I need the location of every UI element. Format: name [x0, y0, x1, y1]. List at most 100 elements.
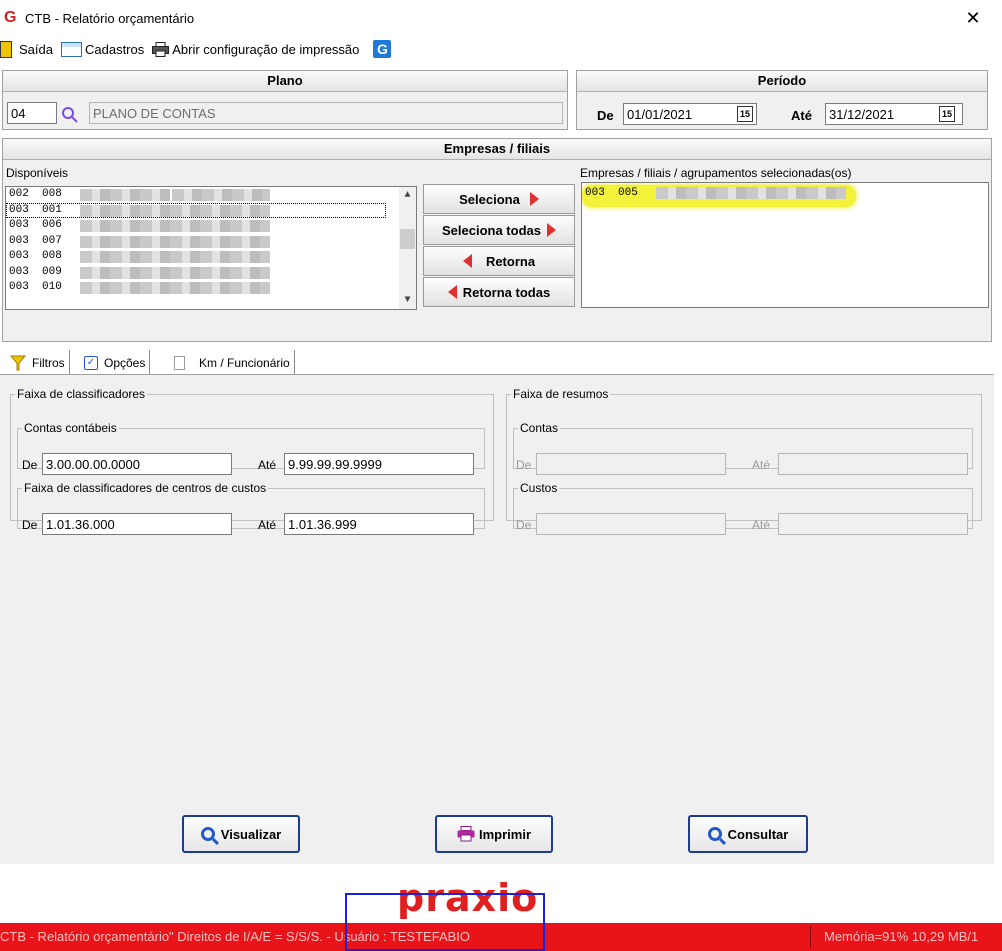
resumo-contas-ate-label: Até [752, 458, 771, 472]
faixa-resumos-group: Faixa de resumos Contas De Até Custos De… [506, 387, 982, 535]
contas-ate-input[interactable] [284, 453, 474, 475]
selecionadas-list[interactable]: 003 005 [581, 182, 989, 308]
resumo-custos-ate-label: Até [752, 518, 771, 532]
periodo-de-label: De [597, 108, 614, 123]
empresas-header: Empresas / filiais [3, 139, 991, 160]
retorna-todas-button[interactable]: Retorna todas [423, 277, 575, 307]
plano-code-input[interactable] [7, 102, 57, 124]
menu-cadastros[interactable]: Cadastros [60, 41, 145, 57]
menu-cadastros-label: Cadastros [84, 41, 145, 57]
resumo-contas-group: Contas De Até [513, 421, 973, 475]
printer-icon [457, 826, 475, 842]
title-bar: G CTB - Relatório orçamentário ✕ [0, 0, 1002, 36]
faixa-classificadores-group: Faixa de classificadores Contas contábei… [10, 387, 494, 535]
tab-opcoes-label: Opções [104, 356, 146, 370]
selecionadas-label: Empresas / filiais / agrupamentos seleci… [580, 166, 852, 180]
visualizar-button[interactable]: Visualizar [182, 815, 300, 853]
centros-custos-legend: Faixa de classificadores de centros de c… [24, 481, 267, 495]
centros-custos-group: Faixa de classificadores de centros de c… [17, 481, 485, 535]
imprimir-label: Imprimir [478, 826, 531, 842]
calendar-icon[interactable]: 15 [737, 106, 753, 122]
tab-opcoes[interactable]: ✓ Opções [80, 350, 151, 376]
periodo-ate-label: Até [791, 108, 812, 123]
printer-icon [152, 41, 170, 57]
tab-filtros-label: Filtros [32, 356, 65, 370]
contas-contabeis-group: Contas contábeis De Até [17, 421, 485, 475]
seleciona-label: Seleciona [459, 191, 520, 207]
list-scrollbar[interactable]: ▲ ▼ [399, 187, 416, 309]
window-title: CTB - Relatório orçamentário [25, 10, 195, 26]
list-item[interactable]: 003 009 [6, 265, 416, 281]
seleciona-button[interactable]: Seleciona [423, 184, 575, 214]
tab-content-filtros: Faixa de classificadores Contas contábei… [0, 374, 994, 864]
custos-ate-input[interactable] [284, 513, 474, 535]
retorna-button[interactable]: Retorna [423, 246, 575, 276]
visualizar-label: Visualizar [220, 826, 282, 842]
close-button[interactable]: ✕ [964, 9, 982, 27]
menu-g[interactable]: G [367, 40, 394, 58]
periodo-panel: Período De 15 Até 15 [576, 70, 988, 130]
resumo-contas-de-input [536, 453, 726, 475]
form-icon [60, 41, 82, 57]
arrow-right-end-icon [546, 223, 556, 237]
search-icon [707, 827, 722, 841]
resumo-custos-legend: Custos [520, 481, 558, 495]
menu-impressao-label: Abrir configuração de impressão [172, 41, 360, 57]
menu-bar: Saída Cadastros Abrir configuração de im… [0, 36, 1002, 62]
seleciona-todas-label: Seleciona todas [442, 222, 541, 238]
exit-icon [0, 40, 12, 58]
scroll-down-icon[interactable]: ▼ [399, 292, 416, 309]
menu-saida[interactable]: Saída [0, 40, 53, 58]
focus-rectangle [345, 893, 545, 951]
contas-de-input[interactable] [42, 453, 232, 475]
disponiveis-label: Disponíveis [6, 166, 69, 180]
search-icon[interactable] [61, 106, 78, 123]
contas-de-label: De [22, 458, 38, 472]
list-item[interactable]: 003 008 [6, 249, 416, 265]
scroll-thumb[interactable] [400, 229, 415, 249]
resumo-custos-group: Custos De Até [513, 481, 973, 535]
menu-saida-label: Saída [19, 41, 53, 57]
plano-description-input [89, 102, 563, 124]
disponiveis-list[interactable]: 002 008 003 001 003 006 003 007 003 008 … [5, 186, 417, 310]
plano-header: Plano [3, 71, 567, 92]
page-icon [174, 356, 185, 370]
consultar-button[interactable]: Consultar [688, 815, 808, 853]
list-item[interactable]: 003 005 [582, 185, 856, 207]
list-item[interactable]: 003 007 [6, 234, 416, 250]
list-item[interactable]: 002 008 [6, 187, 416, 203]
list-item[interactable]: 003 006 [6, 218, 416, 234]
periodo-header: Período [577, 71, 987, 92]
calendar-icon[interactable]: 15 [939, 106, 955, 122]
retorna-todas-label: Retorna todas [462, 284, 551, 300]
custos-ate-label: Até [258, 518, 277, 532]
faixa-resumos-legend: Faixa de resumos [513, 387, 609, 401]
faixa-classificadores-legend: Faixa de classificadores [17, 387, 146, 401]
scroll-up-icon[interactable]: ▲ [399, 187, 416, 204]
g-logo-icon: G [373, 40, 392, 58]
search-icon [200, 827, 215, 841]
tab-km-funcionario[interactable]: Km / Funcionário [170, 350, 295, 376]
consultar-label: Consultar [727, 826, 789, 842]
custos-de-label: De [22, 518, 38, 532]
resumo-custos-de-label: De [516, 518, 532, 532]
empresas-panel: Empresas / filiais Disponíveis Empresas … [2, 138, 992, 342]
resumo-custos-ate-input [778, 513, 968, 535]
list-item[interactable]: 003 001 [6, 202, 386, 218]
list-item[interactable]: 003 010 [6, 280, 416, 296]
contas-contabeis-legend: Contas contábeis [24, 421, 117, 435]
plano-panel: Plano [2, 70, 568, 130]
resumo-contas-de-label: De [516, 458, 532, 472]
tab-filtros[interactable]: Filtros [6, 350, 70, 376]
arrow-left-icon [462, 254, 472, 268]
resumo-contas-ate-input [778, 453, 968, 475]
contas-ate-label: Até [258, 458, 277, 472]
memory-status: Memória=91% 10,29 MB/1 [824, 929, 979, 944]
custos-de-input[interactable] [42, 513, 232, 535]
tab-km-label: Km / Funcionário [199, 356, 290, 370]
arrow-right-icon [529, 192, 539, 206]
menu-impressao[interactable]: Abrir configuração de impressão [152, 41, 360, 57]
seleciona-todas-button[interactable]: Seleciona todas [423, 215, 575, 245]
imprimir-button[interactable]: Imprimir [435, 815, 553, 853]
app-logo-icon: G [4, 9, 17, 26]
